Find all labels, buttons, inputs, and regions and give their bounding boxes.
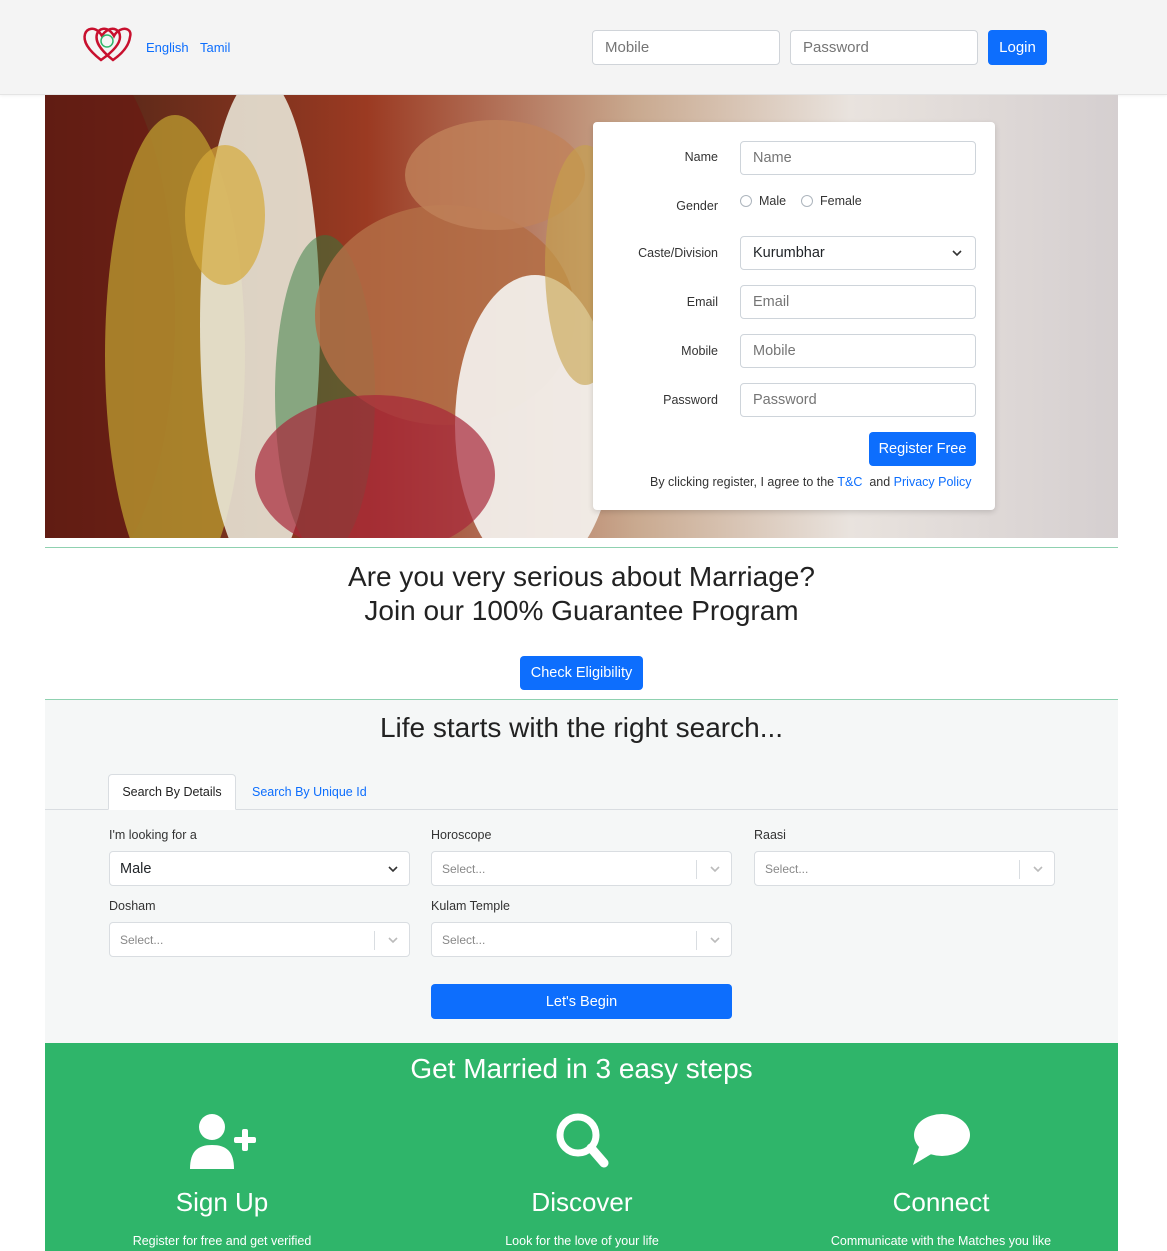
caste-label: Caste/Division <box>638 246 718 260</box>
chevron-down-icon <box>710 936 720 943</box>
divider <box>45 547 1118 548</box>
kulam-temple-placeholder: Select... <box>442 932 486 947</box>
raasi-placeholder: Select... <box>765 861 809 876</box>
tab-search-by-unique-id[interactable]: Search By Unique Id <box>252 785 367 799</box>
looking-for-select[interactable]: Male <box>109 851 410 886</box>
terms-link[interactable]: T&C <box>837 475 862 489</box>
chevron-down-icon <box>1033 865 1043 872</box>
dosham-placeholder: Select... <box>120 932 164 947</box>
register-form: Name Gender Male Female Caste/Division K… <box>593 122 995 510</box>
guarantee-headline-2: Join our 100% Guarantee Program <box>364 595 799 626</box>
radio-circle[interactable] <box>801 195 813 207</box>
gender-female-radio[interactable]: Female <box>801 194 862 208</box>
caste-value: Kurumbhar <box>753 245 825 261</box>
gender-female-label: Female <box>820 194 862 208</box>
radio-circle[interactable] <box>740 195 752 207</box>
lets-begin-button[interactable]: Let's Begin <box>431 984 732 1019</box>
login-password-input[interactable] <box>790 30 978 65</box>
gender-male-radio[interactable]: Male <box>740 194 786 208</box>
chevron-down-icon <box>388 865 398 872</box>
step-title: Discover <box>531 1187 633 1217</box>
chevron-down-icon <box>710 865 720 872</box>
step-discover: Discover Look for the love of your life <box>432 1111 732 1248</box>
email-input[interactable] <box>740 285 976 319</box>
kulam-temple-label: Kulam Temple <box>431 899 510 913</box>
terms-text: By clicking register, I agree to the T&C… <box>650 475 971 489</box>
horoscope-placeholder: Select... <box>442 861 486 876</box>
search-icon <box>556 1113 609 1168</box>
looking-for-value: Male <box>120 860 152 877</box>
tab-search-by-details[interactable]: Search By Details <box>108 774 236 810</box>
check-eligibility-button[interactable]: Check Eligibility <box>520 656 643 690</box>
gender-label: Gender <box>676 199 718 213</box>
select-separator <box>696 860 697 879</box>
horoscope-label: Horoscope <box>431 828 492 842</box>
user-plus-icon <box>190 1114 256 1169</box>
top-navbar: English Tamil Login <box>0 0 1167 95</box>
chevron-down-icon <box>388 936 398 943</box>
select-separator <box>1019 860 1020 879</box>
horoscope-select[interactable]: Select... <box>431 851 732 886</box>
step-title: Connect <box>892 1187 990 1217</box>
step-sign-up: Sign Up Register for free and get verifi… <box>72 1111 372 1248</box>
logo-icon[interactable] <box>81 25 133 63</box>
steps-title: Get Married in 3 easy steps <box>410 1053 753 1084</box>
chevron-down-icon <box>952 250 962 257</box>
login-button[interactable]: Login <box>988 30 1047 65</box>
steps-section: Get Married in 3 easy steps Sign Up Regi… <box>45 1043 1118 1251</box>
chat-bubble-icon <box>913 1114 970 1165</box>
step-description: Register for free and get verified <box>132 1234 312 1248</box>
password-input[interactable] <box>740 383 976 417</box>
looking-for-label: I'm looking for a <box>109 828 197 842</box>
search-title: Life starts with the right search... <box>379 712 784 743</box>
terms-and: and <box>869 475 891 489</box>
email-label: Email <box>686 295 718 309</box>
kulam-temple-select[interactable]: Select... <box>431 922 732 957</box>
gender-male-label: Male <box>759 194 787 208</box>
password-label: Password <box>663 393 718 407</box>
step-connect: Connect Communicate with the Matches you… <box>791 1111 1091 1248</box>
raasi-label: Raasi <box>754 828 786 842</box>
login-mobile-input[interactable] <box>592 30 780 65</box>
dosham-label: Dosham <box>109 899 156 913</box>
register-free-button[interactable]: Register Free <box>869 432 976 466</box>
guarantee-headline-1: Are you very serious about Marriage? <box>348 561 815 592</box>
mobile-input[interactable] <box>740 334 976 368</box>
step-description: Communicate with the Matches you like <box>830 1234 1052 1248</box>
name-label: Name <box>684 150 718 164</box>
terms-prefix: By clicking register, I agree to the <box>650 475 835 489</box>
privacy-policy-link[interactable]: Privacy Policy <box>894 475 972 489</box>
name-input[interactable] <box>740 141 976 175</box>
step-title: Sign Up <box>175 1187 269 1217</box>
caste-select[interactable]: Kurumbhar <box>740 236 976 270</box>
mobile-label: Mobile <box>681 344 718 358</box>
select-separator <box>374 931 375 950</box>
step-description: Look for the love of your life <box>505 1234 659 1248</box>
select-separator <box>696 931 697 950</box>
raasi-select[interactable]: Select... <box>754 851 1055 886</box>
search-section: Life starts with the right search... Sea… <box>45 700 1118 1043</box>
dosham-select[interactable]: Select... <box>109 922 410 957</box>
language-english-link[interactable]: English <box>146 40 189 55</box>
language-tamil-link[interactable]: Tamil <box>200 40 230 55</box>
